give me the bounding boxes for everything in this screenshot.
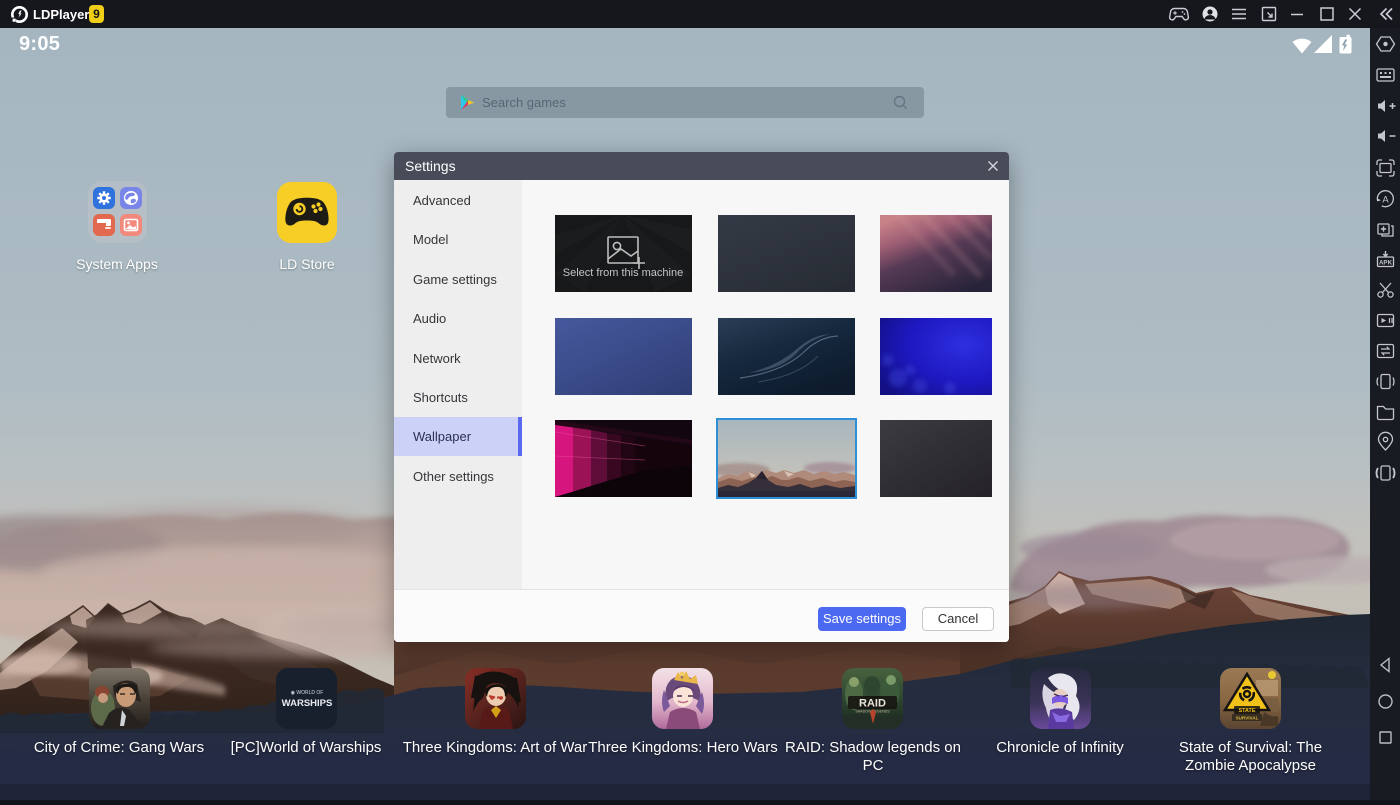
svg-text:SURVIVAL: SURVIVAL [1236,716,1259,721]
svg-text:Select from this machine: Select from this machine [563,267,683,279]
svg-text:A: A [1382,194,1389,205]
svg-text:RAID: RAID [859,698,886,710]
svg-text:APK: APK [1379,259,1393,266]
svg-text:STATE: STATE [1239,708,1256,714]
svg-text:WARSHIPS: WARSHIPS [282,698,333,709]
svg-text:◉ WORLD OF: ◉ WORLD OF [291,690,324,696]
